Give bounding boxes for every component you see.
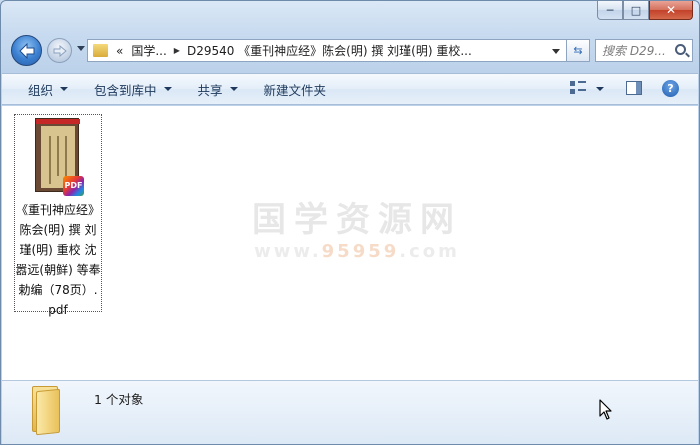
- forward-button[interactable]: [47, 38, 72, 63]
- search-placeholder: 搜索 D29...: [602, 44, 666, 58]
- pdf-thumbnail: PDF: [35, 118, 84, 196]
- refresh-icon: ⇆: [573, 44, 583, 57]
- refresh-button[interactable]: ⇆: [567, 39, 590, 62]
- back-button[interactable]: [11, 35, 42, 66]
- explorer-window: ─ □ ✕ « 国学... ▶ D29540 《重刊神应经》陈会(明) 撰 刘瑾…: [0, 0, 700, 445]
- share-label: 共享: [197, 82, 223, 98]
- preview-pane-icon[interactable]: [626, 81, 642, 95]
- search-input[interactable]: 搜索 D29...: [595, 39, 693, 62]
- breadcrumb-item-current[interactable]: D29540 《重刊神应经》陈会(明) 撰 刘瑾(明) 重校...: [187, 42, 472, 59]
- watermark-url-suffix: .com: [399, 241, 460, 262]
- mouse-cursor-icon: [599, 399, 612, 420]
- new-folder-label: 新建文件夹: [263, 82, 327, 98]
- watermark-title: 国学资源网: [252, 200, 462, 240]
- watermark-url: www.95959.com: [242, 241, 472, 262]
- forward-arrow-icon: [53, 44, 67, 57]
- close-icon: ✕: [665, 3, 677, 17]
- view-options-dropdown-icon[interactable]: [596, 87, 604, 91]
- file-name-label: 《重刊神应经》陈会(明) 撰 刘瑾(明) 重校 沈嚣远(朝鲜) 等奉勅编（78页…: [15, 203, 101, 317]
- maximize-button[interactable]: □: [623, 1, 649, 20]
- organize-menu[interactable]: 组织: [28, 80, 69, 99]
- share-menu[interactable]: 共享: [198, 80, 238, 99]
- watermark-url-prefix: www.: [254, 241, 322, 262]
- include-in-library-menu[interactable]: 包含到库中: [94, 80, 172, 99]
- caption-buttons: ─ □ ✕: [597, 1, 693, 20]
- minimize-icon: ─: [606, 3, 614, 17]
- watermark: 国学资源网 www.95959.com: [242, 192, 472, 262]
- address-dropdown-icon[interactable]: [552, 49, 560, 54]
- help-icon[interactable]: ?: [662, 80, 679, 97]
- chevron-down-icon: [229, 87, 238, 91]
- breadcrumb-item-guoxue[interactable]: 国学...: [131, 42, 166, 59]
- include-library-label: 包含到库中: [94, 82, 157, 98]
- details-pane: 1 个对象: [2, 380, 698, 444]
- item-count: 1 个对象: [94, 392, 144, 407]
- new-folder-button[interactable]: 新建文件夹: [264, 80, 327, 99]
- change-view-icon[interactable]: [570, 81, 586, 95]
- close-button[interactable]: ✕: [649, 1, 693, 20]
- recent-pages-dropdown[interactable]: [77, 46, 85, 51]
- organize-label: 组织: [28, 82, 54, 98]
- file-item-pdf[interactable]: PDF 《重刊神应经》陈会(明) 撰 刘瑾(明) 重校 沈嚣远(朝鲜) 等奉勅编…: [14, 114, 102, 317]
- chevron-down-icon: [163, 87, 172, 91]
- pdf-badge-icon: PDF: [63, 176, 84, 196]
- folder-icon: [93, 44, 108, 57]
- folder-icon: [30, 386, 62, 436]
- chevron-down-icon: [60, 87, 69, 91]
- breadcrumb-overflow[interactable]: «: [116, 44, 123, 58]
- search-icon[interactable]: [675, 44, 686, 55]
- back-arrow-icon: [18, 42, 34, 59]
- maximize-icon: □: [630, 3, 642, 17]
- breadcrumb-separator-icon[interactable]: ▶: [174, 46, 180, 55]
- navigation-bar: « 国学... ▶ D29540 《重刊神应经》陈会(明) 撰 刘瑾(明) 重校…: [11, 35, 693, 66]
- watermark-url-number: 95959: [321, 241, 400, 262]
- command-bar: 组织 包含到库中 共享 新建文件夹 ?: [2, 73, 698, 105]
- file-list-area[interactable]: 国学资源网 www.95959.com PDF 《重刊神应经》陈会(明) 撰 刘…: [2, 106, 698, 380]
- minimize-button[interactable]: ─: [597, 1, 623, 20]
- address-bar[interactable]: « 国学... ▶ D29540 《重刊神应经》陈会(明) 撰 刘瑾(明) 重校…: [87, 39, 567, 62]
